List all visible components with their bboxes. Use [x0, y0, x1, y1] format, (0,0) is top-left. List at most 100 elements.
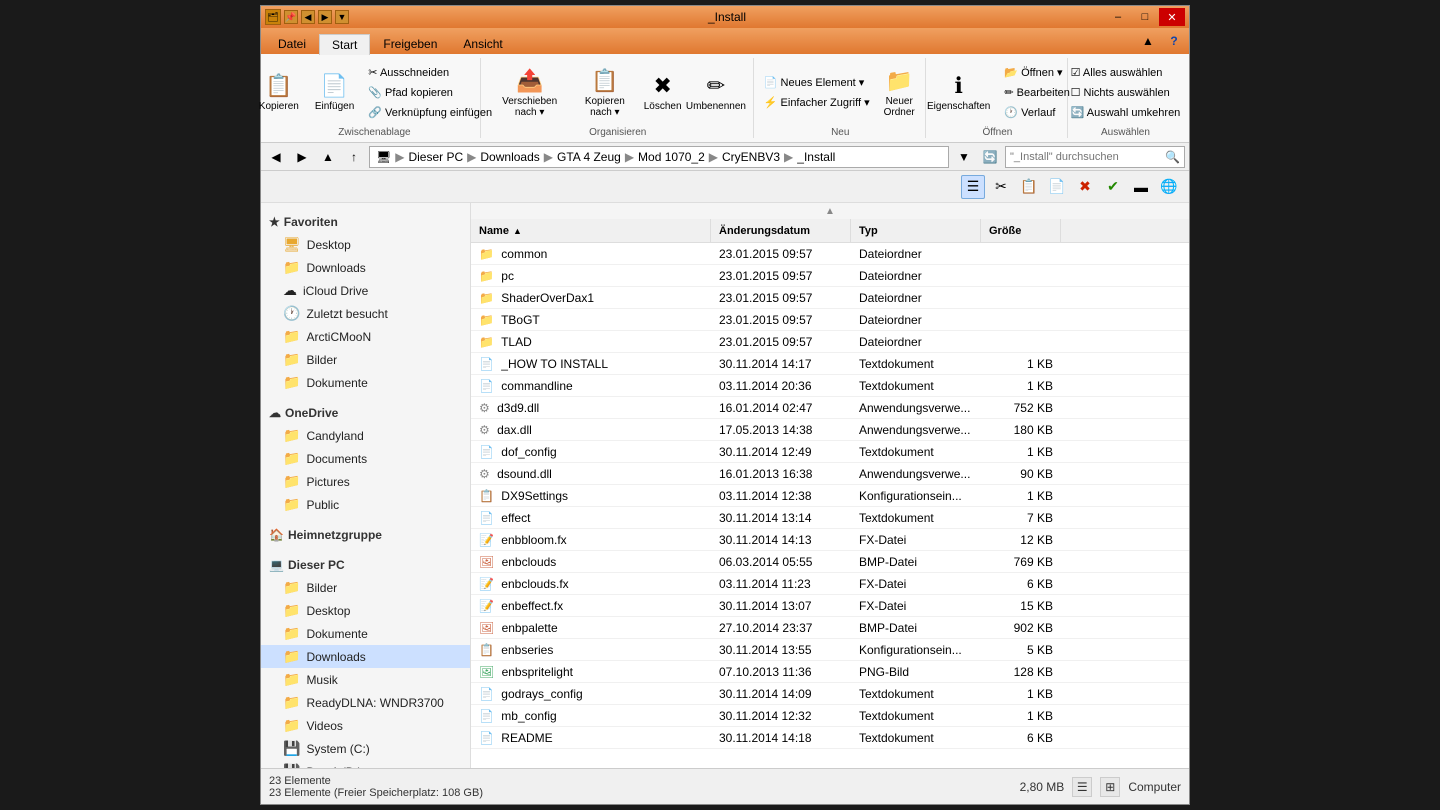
- minimize-button[interactable]: –: [1105, 8, 1131, 26]
- small-view-btn[interactable]: ▬: [1129, 175, 1153, 199]
- table-row[interactable]: 🖼 enbclouds 06.03.2014 05:55 BMP-Datei 7…: [471, 551, 1189, 573]
- table-row[interactable]: ⚙ dax.dll 17.05.2013 14:38 Anwendungsver…: [471, 419, 1189, 441]
- delete-icon-btn[interactable]: ✖: [1073, 175, 1097, 199]
- col-header-type[interactable]: Typ: [851, 219, 981, 242]
- cut-icon-btn[interactable]: ✂: [989, 175, 1013, 199]
- table-row[interactable]: 📄 mb_config 30.11.2014 12:32 Textdokumen…: [471, 705, 1189, 727]
- dropdown-arrow-btn[interactable]: ▼: [953, 146, 975, 168]
- table-row[interactable]: 📄 godrays_config 30.11.2014 14:09 Textdo…: [471, 683, 1189, 705]
- refresh-button[interactable]: 🔄: [979, 146, 1001, 168]
- tab-datei[interactable]: Datei: [265, 33, 319, 54]
- auswahl-umkehren-button[interactable]: 🔄 Auswahl umkehren: [1066, 103, 1186, 122]
- network-icon-btn[interactable]: 🌐: [1157, 175, 1181, 199]
- tab-freigeben[interactable]: Freigeben: [370, 33, 450, 54]
- table-row[interactable]: 📝 enbbloom.fx 30.11.2014 14:13 FX-Datei …: [471, 529, 1189, 551]
- breadcrumb[interactable]: 🖥 ▶ Dieser PC ▶ Downloads ▶ GTA 4 Zeug ▶…: [369, 146, 949, 168]
- einfacher-zugriff-button[interactable]: ⚡ Einfacher Zugriff ▾: [759, 93, 875, 112]
- sidebar-section-favoriten[interactable]: ★ Favoriten: [261, 211, 470, 233]
- large-view-toggle[interactable]: ⊞: [1100, 777, 1120, 797]
- table-row[interactable]: 📄 dof_config 30.11.2014 12:49 Textdokume…: [471, 441, 1189, 463]
- col-header-name[interactable]: Name ▲: [471, 219, 711, 242]
- table-row[interactable]: ⚙ dsound.dll 16.01.2013 16:38 Anwendungs…: [471, 463, 1189, 485]
- breadcrumb-mod[interactable]: Mod 1070_2: [638, 150, 705, 164]
- sidebar-item-system-c[interactable]: 💾 System (C:): [261, 737, 470, 760]
- verlauf-button[interactable]: 🕐 Verlauf: [999, 103, 1074, 122]
- table-row[interactable]: 📋 enbseries 30.11.2014 13:55 Konfigurati…: [471, 639, 1189, 661]
- back-button[interactable]: ◀: [265, 146, 287, 168]
- col-header-date[interactable]: Änderungsdatum: [711, 219, 851, 242]
- check-icon-btn[interactable]: ✔: [1101, 175, 1125, 199]
- close-button[interactable]: ✕: [1159, 8, 1185, 26]
- alles-auswaehlen-button[interactable]: ☑ Alles auswählen: [1066, 63, 1186, 82]
- table-row[interactable]: ⚙ d3d9.dll 16.01.2014 02:47 Anwendungsve…: [471, 397, 1189, 419]
- paste-icon-btn[interactable]: 📄: [1045, 175, 1069, 199]
- ausschneiden-button[interactable]: ✂ Ausschneiden: [363, 63, 497, 82]
- col-header-size[interactable]: Größe: [981, 219, 1061, 242]
- tab-ansicht[interactable]: Ansicht: [450, 33, 515, 54]
- table-row[interactable]: 📝 enbeffect.fx 30.11.2014 13:07 FX-Datei…: [471, 595, 1189, 617]
- eigenschaften-button[interactable]: ℹ Eigenschaften: [920, 68, 997, 117]
- table-row[interactable]: 📁 TLAD 23.01.2015 09:57 Dateiordner: [471, 331, 1189, 353]
- sidebar-item-desktop[interactable]: 🖥 Desktop: [261, 233, 470, 256]
- sidebar-section-dieser-pc[interactable]: 💻 Dieser PC: [261, 554, 470, 576]
- sidebar-section-heimnetz[interactable]: 🏠 Heimnetzgruppe: [261, 524, 470, 546]
- sidebar-item-pictures[interactable]: 📁 Pictures: [261, 470, 470, 493]
- help-btn[interactable]: ?: [1163, 30, 1185, 52]
- kopieren-nach-button[interactable]: 📋 Kopieren nach ▾: [571, 63, 639, 123]
- sidebar-item-dokumente-pc[interactable]: 📁 Dokumente: [261, 622, 470, 645]
- sidebar-item-readydlna[interactable]: 📁 ReadyDLNA: WNDR3700: [261, 691, 470, 714]
- loeschen-button[interactable]: ✖ Löschen: [641, 68, 685, 117]
- einfuegen-button[interactable]: 📄 Einfügen: [308, 68, 361, 117]
- table-row[interactable]: 📁 TBoGT 23.01.2015 09:57 Dateiordner: [471, 309, 1189, 331]
- details-view-btn[interactable]: ☰: [961, 175, 985, 199]
- back-quick-btn[interactable]: ◀: [301, 10, 315, 24]
- copy-icon-btn[interactable]: 📋: [1017, 175, 1041, 199]
- oeffnen-button[interactable]: 📂 Öffnen ▾: [999, 63, 1074, 82]
- table-row[interactable]: 📁 pc 23.01.2015 09:57 Dateiordner: [471, 265, 1189, 287]
- kopieren-button[interactable]: 📋 Kopieren: [252, 68, 306, 117]
- sidebar-item-arctic[interactable]: 📁 ArctiCMooN: [261, 325, 470, 348]
- table-row[interactable]: 📄 commandline 03.11.2014 20:36 Textdokum…: [471, 375, 1189, 397]
- sidebar-item-dokumente-fav[interactable]: 📁 Dokumente: [261, 371, 470, 394]
- neuer-ordner-button[interactable]: 📁 Neuer Ordner: [877, 63, 922, 123]
- table-row[interactable]: 🖼 enbspritelight 07.10.2013 11:36 PNG-Bi…: [471, 661, 1189, 683]
- table-row[interactable]: 📋 DX9Settings 03.11.2014 12:38 Konfigura…: [471, 485, 1189, 507]
- maximize-button[interactable]: □: [1132, 8, 1158, 26]
- sidebar-item-candyland[interactable]: 📁 Candyland: [261, 424, 470, 447]
- verschieben-button[interactable]: 📤 Verschieben nach ▾: [490, 63, 569, 123]
- table-row[interactable]: 📄 effect 30.11.2014 13:14 Textdokument 7…: [471, 507, 1189, 529]
- search-input[interactable]: [1010, 151, 1163, 163]
- sidebar-item-bilder-fav[interactable]: 📁 Bilder: [261, 348, 470, 371]
- breadcrumb-gta4[interactable]: GTA 4 Zeug: [557, 150, 621, 164]
- breadcrumb-install[interactable]: _Install: [797, 150, 835, 164]
- sidebar-item-documents[interactable]: 📁 Documents: [261, 447, 470, 470]
- table-row[interactable]: 🖼 enbpalette 27.10.2014 23:37 BMP-Datei …: [471, 617, 1189, 639]
- breadcrumb-cryenbv3[interactable]: CryENBV3: [722, 150, 780, 164]
- ribbon-collapse-btn[interactable]: ▲: [1137, 30, 1159, 52]
- breadcrumb-dieser-pc[interactable]: Dieser PC: [408, 150, 463, 164]
- sidebar-item-desktop-pc[interactable]: 📁 Desktop: [261, 599, 470, 622]
- bearbeiten-button[interactable]: ✏ Bearbeiten: [999, 83, 1074, 102]
- sidebar-section-onedrive[interactable]: ☁ OneDrive: [261, 402, 470, 424]
- verknuepfung-button[interactable]: 🔗 Verknüpfung einfügen: [363, 103, 497, 122]
- sidebar-item-public[interactable]: 📁 Public: [261, 493, 470, 516]
- sidebar-item-icloud[interactable]: ☁ iCloud Drive: [261, 279, 470, 302]
- down-quick-btn[interactable]: ▼: [335, 10, 349, 24]
- sidebar-item-downloads[interactable]: 📁 Downloads: [261, 256, 470, 279]
- table-row[interactable]: 📁 common 23.01.2015 09:57 Dateiordner: [471, 243, 1189, 265]
- table-row[interactable]: 📝 enbclouds.fx 03.11.2014 11:23 FX-Datei…: [471, 573, 1189, 595]
- up-dir-button[interactable]: ↑: [343, 146, 365, 168]
- sidebar-item-bilder-pc[interactable]: 📁 Bilder: [261, 576, 470, 599]
- sidebar-item-downloads-pc[interactable]: 📁 Downloads: [261, 645, 470, 668]
- table-row[interactable]: 📁 ShaderOverDax1 23.01.2015 09:57 Dateio…: [471, 287, 1189, 309]
- table-row[interactable]: 📄 README 30.11.2014 14:18 Textdokument 6…: [471, 727, 1189, 749]
- neues-element-button[interactable]: 📄 Neues Element ▾: [759, 73, 875, 92]
- up-button[interactable]: ▲: [317, 146, 339, 168]
- search-icon[interactable]: 🔍: [1165, 150, 1180, 164]
- sidebar-item-musik[interactable]: 📁 Musik: [261, 668, 470, 691]
- table-row[interactable]: 📄 _HOW TO INSTALL 30.11.2014 14:17 Textd…: [471, 353, 1189, 375]
- umbenennen-button[interactable]: ✏ Umbenennen: [687, 68, 746, 117]
- nichts-auswaehlen-button[interactable]: ☐ Nichts auswählen: [1066, 83, 1186, 102]
- sidebar-item-data1-d[interactable]: 💾 Data1 (D:): [261, 760, 470, 768]
- tab-start[interactable]: Start: [319, 34, 370, 55]
